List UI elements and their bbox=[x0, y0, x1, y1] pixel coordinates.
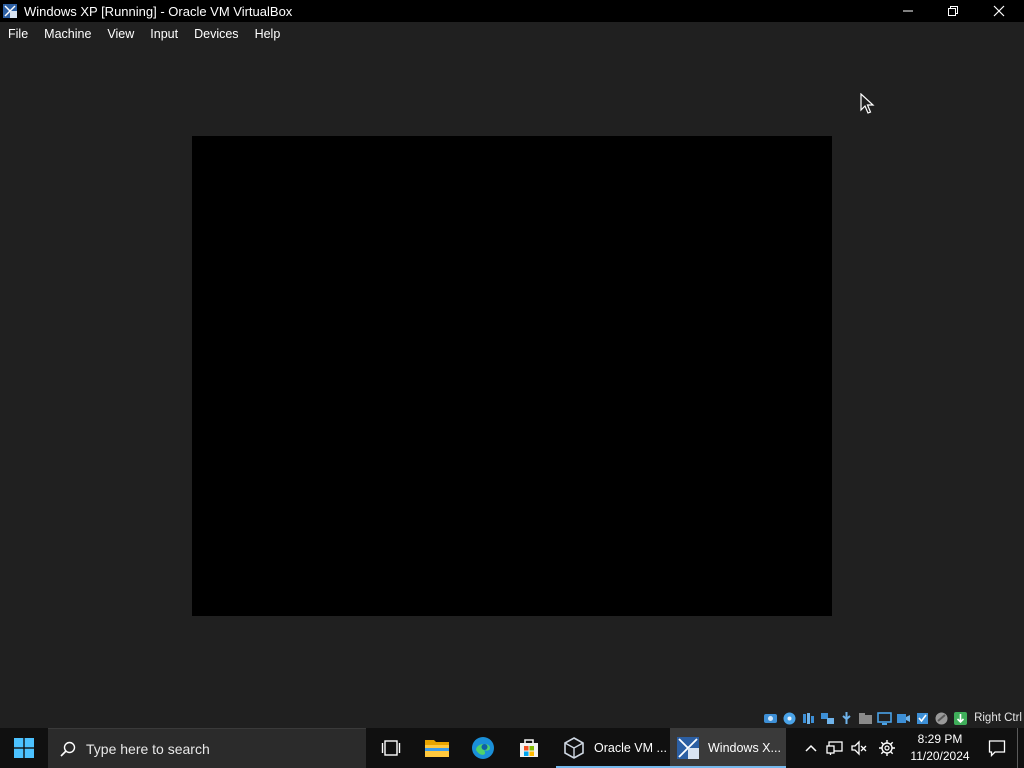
taskbar-app-windows-xp[interactable]: Windows X... bbox=[670, 728, 786, 768]
windows-logo-icon bbox=[14, 738, 34, 758]
optical-drive-icon[interactable] bbox=[782, 711, 797, 726]
display-icon[interactable] bbox=[877, 711, 892, 726]
keyboard-icon[interactable] bbox=[953, 711, 968, 726]
menu-bar: File Machine View Input Devices Help bbox=[0, 22, 1024, 46]
action-center-button[interactable] bbox=[977, 728, 1017, 768]
store-button[interactable] bbox=[506, 728, 552, 768]
settings-gear-icon bbox=[879, 740, 895, 756]
store-icon bbox=[520, 739, 538, 757]
shared-folder-icon[interactable] bbox=[858, 711, 873, 726]
taskbar: Oracle VM ... Windows X... bbox=[0, 728, 1024, 768]
virtualbox-icon bbox=[564, 737, 584, 759]
close-button[interactable] bbox=[976, 0, 1022, 22]
edge-icon bbox=[472, 737, 494, 759]
show-hidden-icons-button[interactable] bbox=[799, 728, 823, 768]
file-explorer-button[interactable] bbox=[414, 728, 460, 768]
menu-input[interactable]: Input bbox=[142, 22, 186, 46]
title-bar: Windows XP [Running] - Oracle VM Virtual… bbox=[0, 0, 1024, 22]
vm-screen[interactable] bbox=[192, 136, 832, 616]
close-icon bbox=[993, 5, 1005, 17]
network-icon[interactable] bbox=[820, 711, 835, 726]
vm-display-area bbox=[0, 46, 1024, 706]
volume-muted-icon bbox=[851, 740, 867, 756]
hard-disk-icon[interactable] bbox=[763, 711, 778, 726]
search-input[interactable] bbox=[86, 740, 346, 757]
show-desktop-button[interactable] bbox=[1017, 728, 1024, 768]
minimize-icon bbox=[903, 10, 913, 12]
window-title: Windows XP [Running] - Oracle VM Virtual… bbox=[24, 3, 293, 19]
start-button[interactable] bbox=[0, 728, 48, 768]
volume-tray-button[interactable] bbox=[847, 728, 871, 768]
virtualbox-xp-icon bbox=[2, 3, 18, 19]
audio-icon[interactable] bbox=[801, 711, 816, 726]
clock-date: 11/20/2024 bbox=[910, 749, 970, 763]
minimize-button[interactable] bbox=[885, 0, 931, 22]
menu-devices[interactable]: Devices bbox=[186, 22, 246, 46]
menu-machine[interactable]: Machine bbox=[36, 22, 99, 46]
system-tray: 8:29 PM 11/20/2024 bbox=[799, 728, 1024, 768]
taskbar-search-box[interactable] bbox=[48, 728, 366, 768]
edge-button[interactable] bbox=[460, 728, 506, 768]
virtualbox-xp-icon bbox=[677, 737, 699, 759]
mouse-cursor-icon bbox=[860, 93, 875, 114]
task-view-icon bbox=[381, 740, 401, 756]
chevron-up-icon bbox=[805, 744, 817, 752]
recording-icon[interactable] bbox=[896, 711, 911, 726]
action-center-icon bbox=[988, 740, 1006, 757]
clock-time: 8:29 PM bbox=[917, 732, 963, 746]
restore-button[interactable] bbox=[930, 0, 976, 22]
host-key-label: Right Ctrl bbox=[974, 712, 1022, 724]
file-explorer-icon bbox=[425, 740, 449, 757]
search-icon bbox=[60, 741, 76, 757]
taskbar-app-label: Windows X... bbox=[708, 741, 781, 755]
restore-icon bbox=[948, 6, 958, 16]
cpu-icon[interactable] bbox=[915, 711, 930, 726]
menu-view[interactable]: View bbox=[99, 22, 142, 46]
usb-icon[interactable] bbox=[839, 711, 854, 726]
network-icon bbox=[826, 741, 843, 755]
taskbar-app-label: Oracle VM ... bbox=[594, 741, 667, 755]
settings-tray-button[interactable] bbox=[871, 728, 903, 768]
taskbar-app-virtualbox[interactable]: Oracle VM ... bbox=[556, 728, 670, 768]
vbox-status-bar: Right Ctrl bbox=[763, 708, 1024, 728]
task-view-button[interactable] bbox=[368, 728, 414, 768]
menu-help[interactable]: Help bbox=[247, 22, 289, 46]
menu-file[interactable]: File bbox=[0, 22, 36, 46]
mouse-integration-icon[interactable] bbox=[934, 711, 949, 726]
network-tray-button[interactable] bbox=[823, 728, 847, 768]
taskbar-clock[interactable]: 8:29 PM 11/20/2024 bbox=[903, 728, 977, 768]
